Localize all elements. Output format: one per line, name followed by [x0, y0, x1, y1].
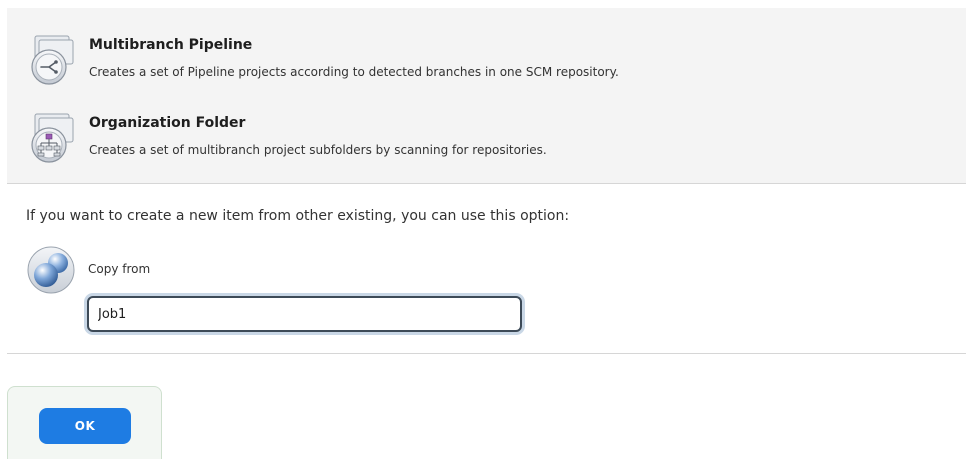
- copy-from-section: If you want to create a new item from ot…: [7, 185, 966, 353]
- item-type-description: Creates a set of Pipeline projects accor…: [89, 65, 619, 79]
- item-type-description: Creates a set of multibranch project sub…: [89, 143, 547, 157]
- multibranch-pipeline-icon: [25, 34, 77, 86]
- copy-item-icon: [27, 245, 77, 295]
- organization-folder-icon: [25, 112, 77, 164]
- copy-from-label: Copy from: [88, 262, 151, 276]
- item-type-list: Multibranch Pipeline Creates a set of Pi…: [7, 8, 966, 184]
- copy-from-input[interactable]: [87, 296, 522, 332]
- item-type-organization-folder[interactable]: Organization Folder Creates a set of mul…: [7, 108, 966, 172]
- section-divider: [7, 353, 966, 354]
- bottom-button-bar: OK: [7, 386, 162, 459]
- item-type-title: Multibranch Pipeline: [89, 37, 253, 53]
- item-type-multibranch-pipeline[interactable]: Multibranch Pipeline Creates a set of Pi…: [7, 30, 966, 94]
- new-item-page: Multibranch Pipeline Creates a set of Pi…: [0, 0, 966, 459]
- item-type-title: Organization Folder: [89, 115, 246, 131]
- copy-hint-text: If you want to create a new item from ot…: [26, 208, 570, 224]
- ok-button[interactable]: OK: [39, 408, 131, 444]
